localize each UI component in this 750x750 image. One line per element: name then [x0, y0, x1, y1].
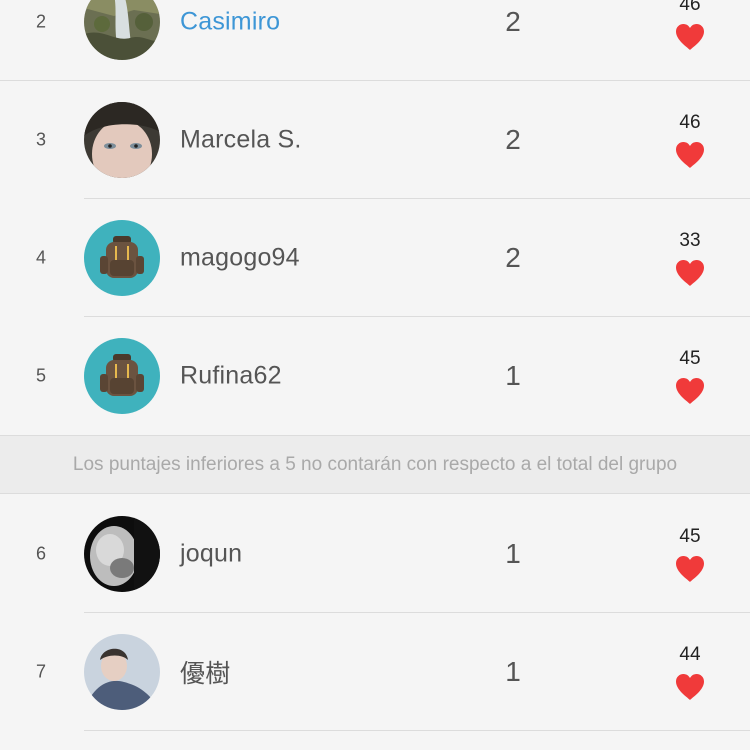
list-item[interactable]: 7 優樹 1 44 — [0, 613, 750, 731]
likes-count: 46 — [679, 112, 701, 133]
user-name[interactable]: joqun — [180, 540, 242, 569]
likes-count: 44 — [679, 644, 701, 665]
list-item[interactable]: 4 magogo94 2 33 — [0, 199, 750, 317]
face-photo-icon — [84, 102, 160, 178]
bw-portrait-photo-icon — [84, 516, 160, 592]
user-name[interactable]: 優樹 — [180, 654, 230, 690]
list-item[interactable]: 6 joqun 1 45 — [0, 495, 750, 613]
backpack-icon — [84, 220, 160, 296]
likes[interactable]: 45 — [660, 525, 720, 583]
item-count: 2 — [505, 124, 521, 155]
likes-count: 45 — [679, 526, 701, 547]
rank-number: 5 — [35, 365, 46, 386]
user-name[interactable]: magogo94 — [180, 244, 300, 273]
rank-number: 3 — [35, 129, 46, 150]
item-count: 1 — [505, 360, 521, 391]
waterfall-photo-icon — [84, 0, 160, 60]
rank-number: 7 — [35, 661, 46, 682]
likes-count: 46 — [679, 0, 701, 15]
person-photo-icon — [84, 634, 160, 710]
heart-icon[interactable] — [675, 23, 705, 51]
row-divider — [84, 730, 750, 731]
user-name-link[interactable]: Casimiro — [180, 8, 280, 37]
item-count: 1 — [505, 656, 521, 687]
likes[interactable]: 46 — [660, 111, 720, 169]
score-threshold-notice: Los puntajes inferiores a 5 no contarán … — [0, 435, 750, 494]
avatar[interactable] — [84, 634, 160, 710]
heart-icon[interactable] — [675, 377, 705, 405]
heart-icon[interactable] — [675, 141, 705, 169]
likes[interactable]: 33 — [660, 229, 720, 287]
rank-number: 2 — [35, 11, 46, 32]
likes-count: 33 — [679, 230, 701, 251]
avatar[interactable] — [84, 102, 160, 178]
heart-icon[interactable] — [675, 673, 705, 701]
list-item[interactable]: 3 Marcela S. 2 46 — [0, 81, 750, 199]
heart-icon[interactable] — [675, 555, 705, 583]
list-item[interactable]: 5 Rufina62 1 45 — [0, 317, 750, 435]
avatar[interactable] — [84, 516, 160, 592]
rank-number: 4 — [35, 247, 46, 268]
likes[interactable]: 45 — [660, 347, 720, 405]
item-count: 1 — [505, 538, 521, 569]
likes-count: 45 — [679, 348, 701, 369]
avatar[interactable] — [84, 220, 160, 296]
rank-number: 6 — [35, 543, 46, 564]
user-name[interactable]: Marcela S. — [180, 126, 301, 155]
likes[interactable]: 46 — [660, 0, 720, 51]
user-name[interactable]: Rufina62 — [180, 362, 282, 391]
item-count: 2 — [505, 6, 521, 37]
list-item[interactable]: 2 Casimiro 2 46 — [0, 0, 750, 81]
backpack-icon — [84, 338, 160, 414]
likes[interactable]: 44 — [660, 643, 720, 701]
heart-icon[interactable] — [675, 259, 705, 287]
item-count: 2 — [505, 242, 521, 273]
avatar[interactable] — [84, 338, 160, 414]
avatar[interactable] — [84, 0, 160, 60]
